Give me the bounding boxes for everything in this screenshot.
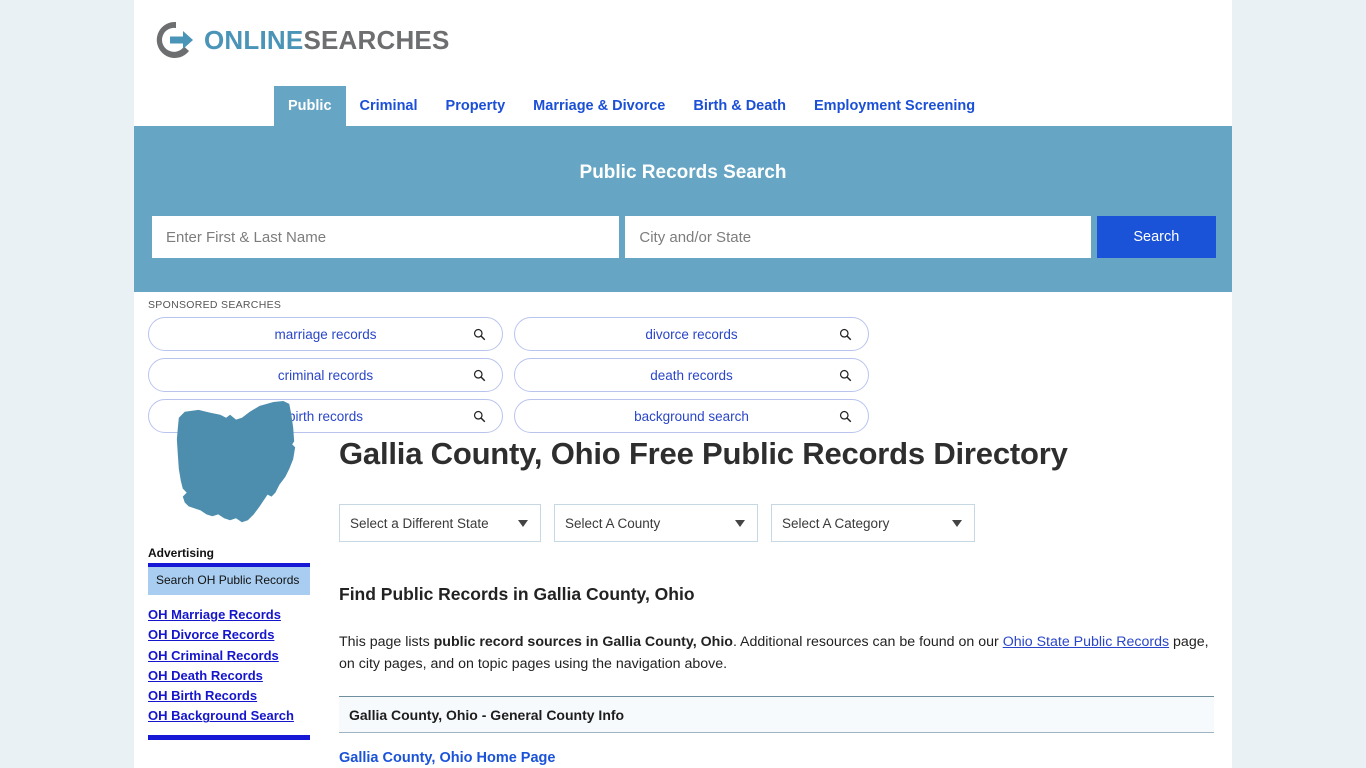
advertising-label: Advertising — [148, 546, 215, 560]
tab-birth-death[interactable]: Birth & Death — [679, 86, 800, 126]
search-icon — [473, 328, 486, 340]
intro-paragraph: This page lists public record sources in… — [339, 631, 1214, 675]
ad-bottom-divider — [148, 734, 310, 740]
name-search-input[interactable] — [152, 216, 620, 258]
county-select[interactable]: Select A County — [554, 504, 758, 542]
page-title: Gallia County, Ohio Free Public Records … — [339, 436, 1068, 471]
category-select-label: Select A Category — [782, 515, 890, 531]
ohio-state-public-records-link[interactable]: Ohio State Public Records — [1003, 634, 1169, 650]
tab-marriage-divorce[interactable]: Marriage & Divorce — [519, 86, 679, 126]
sponsored-pill-death-records[interactable]: death records — [514, 358, 869, 392]
filter-selects: Select a Different State Select A County… — [339, 504, 1214, 542]
subheading: Find Public Records in Gallia County, Oh… — [339, 584, 695, 604]
page-container: ONLINESEARCHES Public Criminal Property … — [134, 0, 1232, 768]
intro-part2: . Additional resources can be found on o… — [732, 634, 1003, 650]
sponsored-pill-marriage-records[interactable]: marriage records — [148, 317, 503, 351]
sidebar-link-oh-marriage-records[interactable]: OH Marriage Records — [148, 605, 316, 625]
ohio-state-map-icon — [176, 400, 295, 523]
sponsored-pill-criminal-records[interactable]: criminal records — [148, 358, 503, 392]
search-banner: Public Records Search Search — [134, 126, 1232, 292]
tab-employment-screening[interactable]: Employment Screening — [800, 86, 989, 126]
search-icon — [473, 369, 486, 381]
content-area: Advertising Search OH Public Records OH … — [134, 398, 1232, 768]
intro-part1: This page lists — [339, 634, 434, 650]
logo-text: ONLINESEARCHES — [204, 25, 450, 56]
chevron-down-icon — [518, 519, 528, 527]
ad-box[interactable]: Search OH Public Records — [148, 567, 310, 595]
search-form: Search — [152, 216, 1216, 258]
left-sidebar: Advertising Search OH Public Records OH … — [134, 398, 324, 768]
tab-property[interactable]: Property — [432, 86, 520, 126]
sidebar-link-oh-divorce-records[interactable]: OH Divorce Records — [148, 625, 316, 645]
search-icon — [839, 328, 852, 340]
sidebar-link-oh-death-records[interactable]: OH Death Records — [148, 666, 316, 686]
sidebar-link-oh-background-search[interactable]: OH Background Search — [148, 706, 316, 726]
main-column: Gallia County, Ohio Free Public Records … — [324, 398, 1232, 768]
city-state-search-input[interactable] — [625, 216, 1091, 258]
sidebar-link-oh-birth-records[interactable]: OH Birth Records — [148, 686, 316, 706]
chevron-down-icon — [735, 519, 745, 527]
logo-online: ONLINE — [204, 24, 304, 55]
ad-box-text: Search OH Public Records — [156, 573, 300, 587]
state-select-label: Select a Different State — [350, 515, 489, 531]
tab-public[interactable]: Public — [274, 86, 346, 126]
pill-label: death records — [650, 367, 733, 383]
tab-criminal[interactable]: Criminal — [346, 86, 432, 126]
search-icon — [839, 369, 852, 381]
sidebar-ad-links: OH Marriage Records OH Divorce Records O… — [148, 605, 316, 727]
category-select[interactable]: Select A Category — [771, 504, 975, 542]
state-select[interactable]: Select a Different State — [339, 504, 541, 542]
logo-searches: SEARCHES — [303, 24, 450, 55]
pill-label: divorce records — [645, 326, 738, 342]
sponsored-pill-divorce-records[interactable]: divorce records — [514, 317, 869, 351]
intro-bold: public record sources in Gallia County, … — [433, 634, 733, 650]
section-header-text: Gallia County, Ohio - General County Inf… — [349, 706, 625, 723]
circle-arrow-icon — [156, 21, 193, 58]
section-header-general-county-info: Gallia County, Ohio - General County Inf… — [339, 696, 1214, 733]
site-logo[interactable]: ONLINESEARCHES — [154, 16, 450, 64]
main-navigation: Public Criminal Property Marriage & Divo… — [134, 86, 1232, 126]
pill-label: marriage records — [274, 326, 377, 342]
pill-label: criminal records — [277, 367, 374, 383]
search-button[interactable]: Search — [1096, 216, 1216, 258]
banner-title: Public Records Search — [579, 162, 787, 183]
sponsored-label: SPONSORED SEARCHES — [148, 299, 282, 311]
sidebar-link-oh-criminal-records[interactable]: OH Criminal Records — [148, 646, 316, 666]
county-select-label: Select A County — [565, 515, 661, 531]
chevron-down-icon — [952, 519, 962, 527]
result-link-county-home-page[interactable]: Gallia County, Ohio Home Page — [339, 750, 1214, 766]
